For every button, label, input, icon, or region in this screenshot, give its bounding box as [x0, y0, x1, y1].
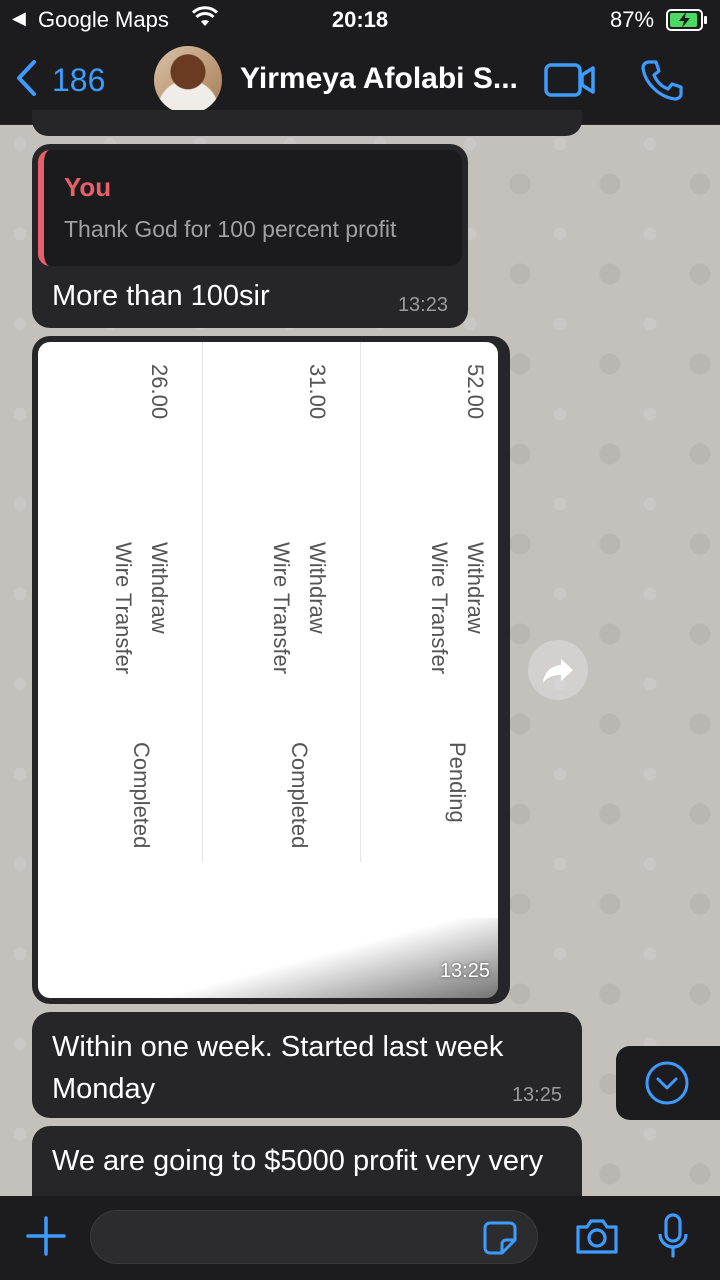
transaction-screenshot[interactable]: 52.00 Withdraw Wire Transfer Pending 31.… — [38, 342, 498, 998]
message-time: 13:23 — [397, 294, 448, 316]
message-time: 13:25 — [439, 960, 490, 982]
camera-button[interactable] — [574, 1216, 620, 1261]
transaction-row: 31.00 Withdraw Wire Transfer Completed — [202, 342, 361, 862]
transaction-type: Withdraw — [147, 542, 172, 634]
battery-percent: 87% — [610, 7, 655, 32]
transaction-type: Withdraw — [305, 542, 330, 634]
transaction-status: Pending — [445, 742, 470, 823]
contact-name[interactable]: Yirmeya Afolabi S... — [240, 62, 518, 96]
message-input[interactable] — [90, 1210, 538, 1264]
battery-charging-icon — [666, 9, 708, 37]
quote-text: Thank God for 100 percent profit — [64, 216, 397, 242]
transaction-method: Wire Transfer — [111, 542, 136, 675]
scroll-to-bottom-button[interactable] — [616, 1046, 720, 1120]
chevron-left-icon — [14, 58, 38, 103]
forward-icon — [528, 659, 588, 704]
transaction-amount: 31.00 — [305, 364, 330, 420]
transaction-method: Wire Transfer — [269, 542, 294, 675]
voice-message-button[interactable] — [656, 1212, 690, 1265]
message-bubble[interactable]: You Thank God for 100 percent profit Mor… — [32, 144, 468, 328]
previous-message-bubble — [32, 110, 582, 136]
status-bar: ◀ Google Maps 20:18 87% — [0, 0, 720, 40]
microphone-icon — [656, 1213, 690, 1264]
transaction-amount: 26.00 — [147, 364, 172, 420]
camera-icon — [574, 1219, 620, 1260]
video-call-button[interactable] — [544, 62, 596, 103]
video-camera-icon — [544, 63, 596, 102]
image-message[interactable]: 52.00 Withdraw Wire Transfer Pending 31.… — [32, 336, 510, 1004]
forward-button[interactable] — [528, 640, 588, 700]
transaction-status: Completed — [287, 742, 312, 849]
quoted-message[interactable]: You Thank God for 100 percent profit — [38, 150, 462, 266]
message-text: Within one week. Started last week Monda… — [52, 1031, 504, 1105]
voice-call-button[interactable] — [640, 58, 684, 107]
sticker-icon — [482, 1221, 518, 1260]
transaction-row: 52.00 Withdraw Wire Transfer Pending — [360, 342, 498, 862]
transaction-method: Wire Transfer — [427, 542, 452, 675]
transaction-type: Withdraw — [463, 542, 488, 634]
message-bubble[interactable]: Within one week. Started last week Monda… — [32, 1012, 582, 1118]
message-text: More than 100sir — [52, 280, 270, 312]
phone-icon — [640, 60, 684, 106]
quote-author: You — [64, 172, 112, 202]
unread-count: 186 — [52, 62, 106, 98]
attach-button[interactable] — [24, 1214, 68, 1263]
image-shade — [38, 918, 498, 998]
transaction-status: Completed — [129, 742, 154, 849]
transaction-row: 26.00 Withdraw Wire Transfer Completed — [44, 342, 203, 862]
back-button[interactable]: 186 — [14, 58, 105, 103]
sticker-button[interactable] — [482, 1220, 518, 1261]
plus-icon — [24, 1216, 68, 1262]
message-time: 13:25 — [511, 1084, 562, 1106]
message-composer — [0, 1196, 720, 1280]
chevron-down-circle-icon — [644, 1060, 690, 1111]
transaction-amount: 52.00 — [463, 364, 488, 420]
avatar[interactable] — [154, 46, 222, 114]
